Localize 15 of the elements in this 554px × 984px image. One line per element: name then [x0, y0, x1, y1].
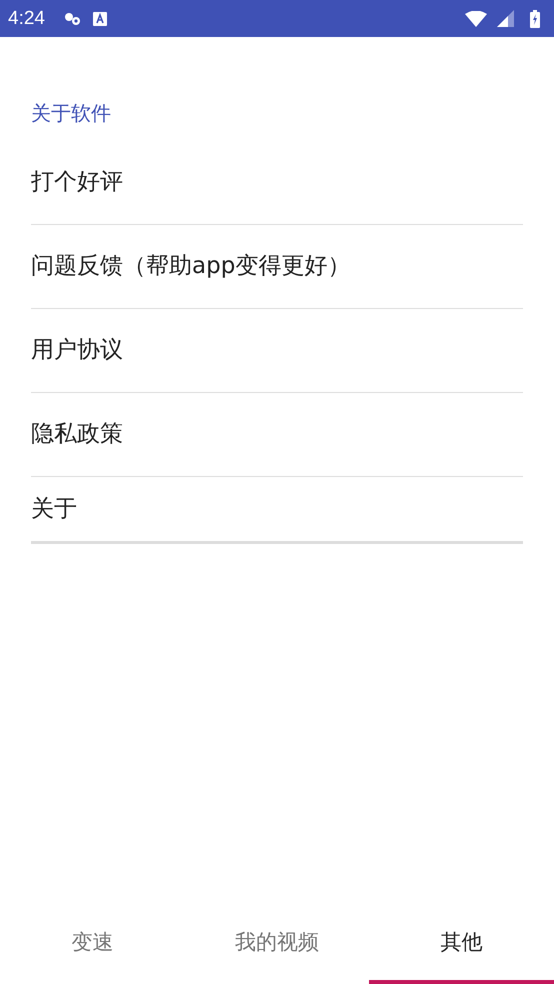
signal-icon: [497, 10, 514, 27]
settings-item[interactable]: 打个好评: [31, 141, 523, 225]
settings-item[interactable]: 关于: [31, 477, 523, 544]
settings-item[interactable]: 问题反馈（帮助app变得更好）: [31, 225, 523, 309]
section-header: 关于软件: [31, 100, 112, 127]
notification-icon: [62, 10, 83, 26]
settings-item[interactable]: 隐私政策: [31, 393, 523, 477]
tab[interactable]: 我的视频: [184, 910, 370, 984]
battery-icon: [530, 10, 540, 28]
app-notification-icon: [92, 12, 107, 26]
wifi-icon: [465, 10, 487, 26]
tab[interactable]: 变速: [0, 910, 185, 984]
settings-item[interactable]: 用户协议: [31, 309, 523, 393]
tab[interactable]: 其他: [369, 910, 554, 984]
status-time: 4:24: [8, 8, 45, 30]
